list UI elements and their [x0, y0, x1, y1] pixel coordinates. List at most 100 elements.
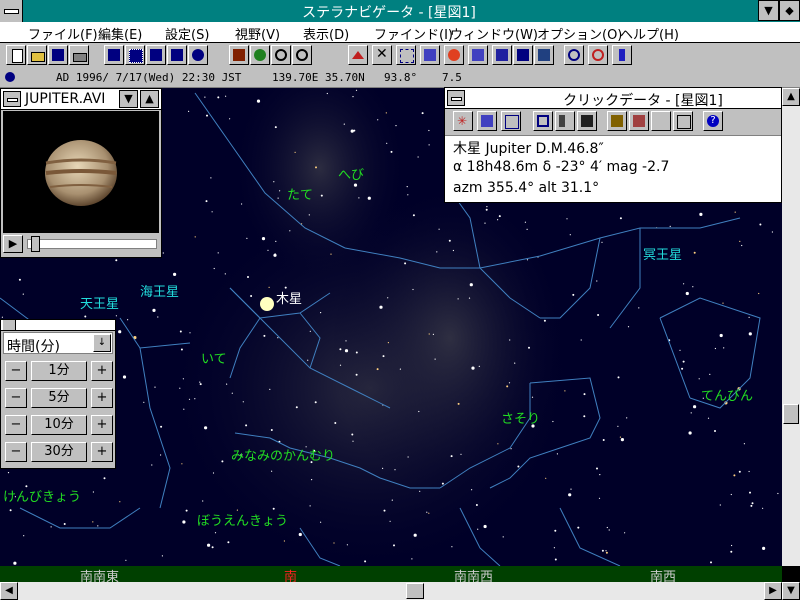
star [211, 546, 214, 549]
star [450, 455, 453, 458]
horizontal-scroll-thumb[interactable] [406, 583, 424, 599]
scroll-left-arrow[interactable]: ◀ [0, 582, 18, 600]
help-icon[interactable]: ? [703, 111, 723, 131]
time-step-10min[interactable]: 10分 [31, 415, 87, 435]
star [333, 542, 335, 544]
minimize-button[interactable]: ▼ [758, 0, 779, 21]
star [18, 278, 21, 281]
pen-icon[interactable] [492, 45, 512, 65]
print-icon[interactable] [69, 45, 89, 65]
star [274, 126, 277, 129]
grid-icon[interactable] [501, 111, 521, 131]
star [212, 472, 215, 474]
movie-maximize-button[interactable]: ▲ [140, 90, 159, 108]
planet-icon[interactable] [250, 45, 270, 65]
copy-icon[interactable] [673, 111, 693, 131]
menu-find[interactable]: ファインド(I) [374, 24, 453, 43]
sky-icon[interactable] [146, 45, 166, 65]
time-plus-button[interactable]: + [91, 415, 113, 435]
time-step-30min[interactable]: 30分 [31, 442, 87, 462]
comet-icon[interactable] [468, 45, 488, 65]
jupiter-marker[interactable] [260, 297, 274, 311]
menu-display[interactable]: 表示(D) [303, 24, 349, 43]
grid-icon[interactable] [125, 45, 145, 65]
menu-help[interactable]: ヘルプ(H) [620, 24, 679, 43]
star [428, 129, 430, 132]
star [596, 280, 598, 282]
scroll-up-arrow[interactable]: ▲ [782, 88, 800, 106]
status-magnitude: 7.5 [442, 71, 462, 84]
time-plus-button[interactable]: + [91, 442, 113, 462]
blank-icon[interactable] [651, 111, 671, 131]
horizon-icon[interactable] [229, 45, 249, 65]
open-icon[interactable] [27, 45, 47, 65]
speaker-icon[interactable] [555, 111, 575, 131]
chevron-down-icon[interactable]: ↓ [93, 334, 111, 352]
menu-view[interactable]: 視野(V) [235, 24, 280, 43]
click-data-system-menu[interactable] [447, 90, 465, 106]
time-panel-system-menu[interactable] [3, 320, 16, 330]
star [497, 219, 499, 221]
chart-icon[interactable] [477, 111, 497, 131]
film-icon[interactable] [577, 111, 597, 131]
maximize-button[interactable]: ◆ [779, 0, 800, 21]
star-chart-icon[interactable] [104, 45, 124, 65]
star [484, 222, 486, 224]
paint-icon[interactable] [629, 111, 649, 131]
star [469, 283, 473, 287]
mars-icon[interactable] [444, 45, 464, 65]
system-menu-button[interactable] [0, 0, 23, 22]
star [273, 181, 275, 183]
label-sasori: さそり [501, 412, 541, 427]
time-plus-button[interactable]: + [91, 388, 113, 408]
menu-edit[interactable]: 編集(E) [98, 24, 142, 43]
compass-icon[interactable] [396, 45, 416, 65]
scroll-right-arrow[interactable]: ▶ [764, 582, 782, 600]
menu-settings[interactable]: 設定(S) [165, 24, 209, 43]
screen-icon[interactable] [533, 111, 553, 131]
time-minus-button[interactable]: − [5, 442, 27, 462]
vertical-scrollbar[interactable]: ▲ [782, 88, 800, 566]
cross-icon[interactable]: ✕ [372, 45, 392, 65]
vertical-scroll-thumb[interactable] [783, 404, 799, 424]
clock-icon[interactable] [588, 45, 608, 65]
time-step-1min[interactable]: 1分 [31, 361, 87, 381]
target-icon[interactable] [564, 45, 584, 65]
movie-minimize-button[interactable]: ▼ [119, 90, 138, 108]
menu-options[interactable]: オプション(O) [537, 24, 622, 43]
star [214, 532, 217, 534]
time-step-row: − 10分 + [5, 414, 113, 436]
constellation-icon[interactable] [348, 45, 368, 65]
time-minus-button[interactable]: − [5, 415, 27, 435]
time-unit-select[interactable]: 時間(分) ↓ [3, 332, 113, 355]
star-burst-icon[interactable]: ✳ [453, 111, 473, 131]
movie-seek-track[interactable] [27, 239, 157, 249]
movie-system-menu[interactable] [3, 91, 21, 107]
zoom-in-icon[interactable] [271, 45, 291, 65]
horizontal-scrollbar[interactable]: ◀ ▶ ▼ [0, 582, 800, 600]
new-icon[interactable] [6, 45, 26, 65]
bug-icon[interactable] [607, 111, 627, 131]
star [13, 561, 17, 565]
time-minus-button[interactable]: − [5, 388, 27, 408]
menu-window[interactable]: ウィンドウ(W) [450, 24, 538, 43]
zoom-out-icon[interactable] [292, 45, 312, 65]
map-icon[interactable] [513, 45, 533, 65]
run-icon[interactable] [612, 45, 632, 65]
time-plus-button[interactable]: + [91, 361, 113, 381]
star [428, 512, 430, 514]
list-icon[interactable] [534, 45, 554, 65]
star [597, 314, 600, 316]
rotate-icon[interactable] [420, 45, 440, 65]
star [719, 504, 721, 506]
menu-file[interactable]: ファイル(F) [28, 24, 98, 43]
save-icon[interactable] [48, 45, 68, 65]
globe-icon[interactable] [188, 45, 208, 65]
time-minus-button[interactable]: − [5, 361, 27, 381]
earth-icon[interactable] [167, 45, 187, 65]
time-step-5min[interactable]: 5分 [31, 388, 87, 408]
movie-seek-handle[interactable] [31, 236, 40, 252]
scroll-down-arrow[interactable]: ▼ [782, 582, 800, 600]
toolbar: ✕ [0, 43, 800, 70]
play-button[interactable]: ▶ [3, 235, 23, 253]
